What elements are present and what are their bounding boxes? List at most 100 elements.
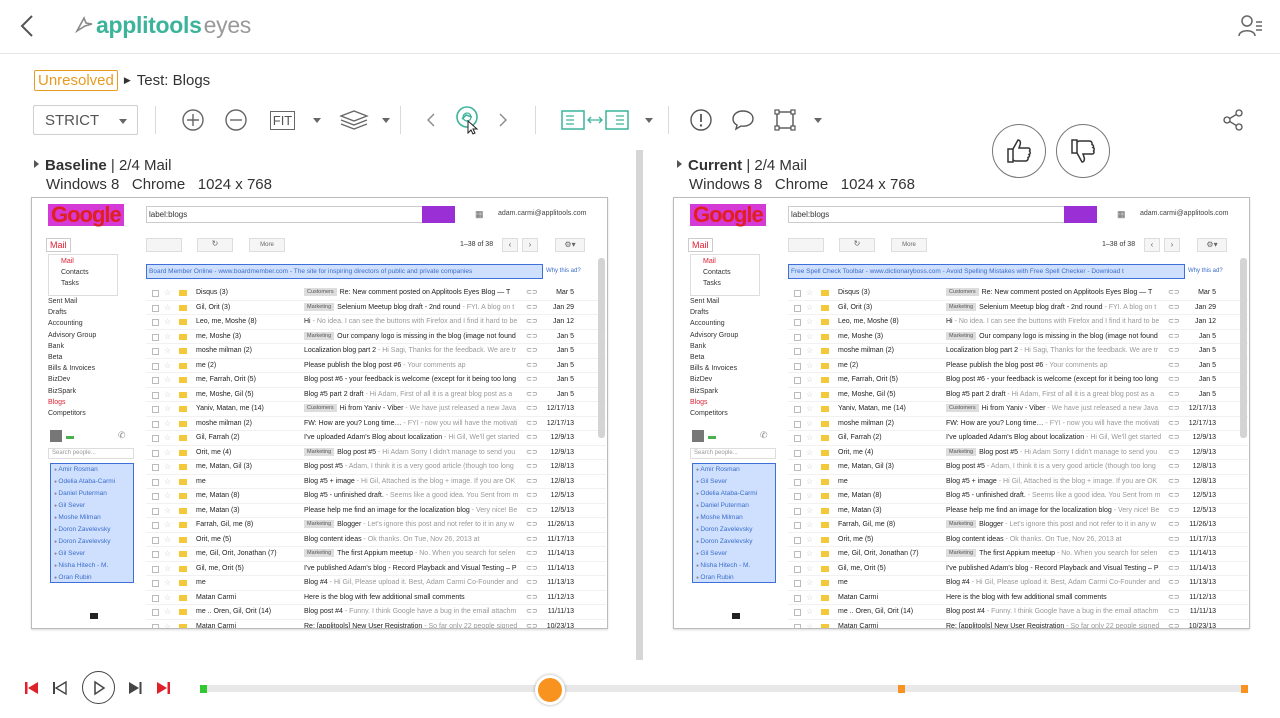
table-row[interactable]: ☆ Matan Carmi Here is the blog with few ad… xyxy=(146,591,606,605)
table-row[interactable]: ☆ Matan Carmi Re: [applitools] New User Re… xyxy=(146,620,606,628)
table-row[interactable]: ☆ me, Matan (8) Blog #5 - unfinished draft… xyxy=(146,489,606,504)
row-checkbox[interactable] xyxy=(794,507,801,515)
star-icon[interactable]: ☆ xyxy=(806,475,813,489)
contact-item[interactable]: ● Nisha Hitech - M. xyxy=(54,560,130,572)
side-by-side-view-icon[interactable] xyxy=(560,102,630,138)
gmail-mail-dropdown[interactable]: Mail xyxy=(688,238,713,252)
gmail-label-item[interactable]: Beta xyxy=(48,352,96,363)
star-icon[interactable]: ☆ xyxy=(806,402,813,416)
star-icon[interactable]: ☆ xyxy=(806,373,813,387)
accept-button[interactable] xyxy=(992,124,1046,178)
gmail-more-button[interactable]: More xyxy=(249,238,285,252)
contact-item[interactable]: ● Moshe Milman xyxy=(696,512,772,524)
star-icon[interactable]: ☆ xyxy=(164,605,171,619)
row-checkbox[interactable] xyxy=(152,522,159,529)
row-checkbox[interactable] xyxy=(152,580,159,587)
last-step-icon[interactable] xyxy=(153,678,173,698)
row-checkbox[interactable] xyxy=(794,362,801,370)
gmail-menu-item[interactable]: Contacts xyxy=(703,267,747,278)
table-row[interactable]: ☆ Gil, Orit (3) Marketing Selenium Meetup b… xyxy=(788,301,1248,315)
row-checkbox[interactable] xyxy=(794,333,801,341)
gmail-next-page-icon[interactable]: › xyxy=(522,238,538,252)
star-icon[interactable]: ☆ xyxy=(806,533,813,547)
gmail-label-item[interactable]: Sent Mail xyxy=(690,296,738,307)
previous-step-icon[interactable] xyxy=(50,678,70,698)
row-checkbox[interactable] xyxy=(152,623,159,628)
gmail-label-item[interactable]: Bills & Invoices xyxy=(48,363,96,374)
next-step-icon[interactable] xyxy=(125,678,145,698)
star-icon[interactable]: ☆ xyxy=(806,417,813,431)
star-icon[interactable]: ☆ xyxy=(806,330,813,344)
star-icon[interactable]: ☆ xyxy=(164,301,171,315)
contact-item[interactable]: ● Oran Rubin xyxy=(696,572,772,584)
table-row[interactable]: ☆ me Blog #4 - Hi Gil, Please upload it. B… xyxy=(146,576,606,591)
baseline-header[interactable]: Baseline | 2/4 Mail Windows 8 Chrome 102… xyxy=(34,156,272,194)
contact-item[interactable]: ● Gil Sever xyxy=(696,476,772,488)
row-checkbox[interactable] xyxy=(794,319,801,326)
star-icon[interactable]: ☆ xyxy=(164,518,171,532)
gmail-more-button[interactable]: More xyxy=(891,238,927,252)
table-row[interactable]: ☆ me .. Oren, Gil, Orit (14) Blog post #4 … xyxy=(146,605,606,620)
gmail-label-item[interactable]: Beta xyxy=(690,352,738,363)
table-row[interactable]: ☆ Gil, me, Orit (5) I've published Adam's … xyxy=(146,562,606,576)
gmail-label-item[interactable]: Advisory Group xyxy=(48,330,96,341)
table-row[interactable]: ☆ Matan Carmi Here is the blog with few ad… xyxy=(788,591,1248,605)
table-row[interactable]: ☆ Orit, me (4) Marketing Blog post #5 - Hi … xyxy=(788,446,1248,460)
gmail-prev-page-icon[interactable]: ‹ xyxy=(1144,238,1160,252)
gmail-label-item[interactable]: BizDev xyxy=(48,374,96,385)
gmail-ad-banner[interactable]: Free Spell Check Toolbar - www.dictionar… xyxy=(788,264,1185,279)
row-checkbox[interactable] xyxy=(152,449,159,457)
contact-item[interactable]: ● Doron Zavelevsky xyxy=(54,536,130,548)
row-checkbox[interactable] xyxy=(152,290,159,297)
gmail-menu-item[interactable]: Tasks xyxy=(61,278,105,289)
timeline-marker-unresolved[interactable] xyxy=(898,685,905,693)
table-row[interactable]: ☆ Leo, me, Moshe (8) Hi - No idea. I can s… xyxy=(788,315,1248,330)
star-icon[interactable]: ☆ xyxy=(164,576,171,590)
row-checkbox[interactable] xyxy=(152,435,159,442)
table-row[interactable]: ☆ Gil, me, Orit (5) I've published Adam's … xyxy=(788,562,1248,576)
table-row[interactable]: ☆ Leo, me, Moshe (8) Hi - No idea. I can s… xyxy=(146,315,606,330)
gmail-label-item[interactable]: Drafts xyxy=(48,307,96,318)
timeline-track[interactable] xyxy=(200,685,1248,692)
gmail-label-item[interactable]: Competitors xyxy=(690,408,738,419)
contact-item[interactable]: ● Moshe Milman xyxy=(54,512,130,524)
share-icon[interactable] xyxy=(1220,102,1246,138)
row-checkbox[interactable] xyxy=(152,377,159,384)
next-diff-icon[interactable] xyxy=(496,102,510,138)
gmail-label-item[interactable]: Accounting xyxy=(690,318,738,329)
star-icon[interactable]: ☆ xyxy=(164,402,171,416)
gmail-scrollbar[interactable] xyxy=(1240,258,1247,438)
hangouts-icon[interactable] xyxy=(90,613,98,619)
contact-item[interactable]: ● Daniel Puterman xyxy=(696,500,772,512)
star-icon[interactable]: ☆ xyxy=(806,547,813,561)
star-icon[interactable]: ☆ xyxy=(164,344,171,358)
star-icon[interactable]: ☆ xyxy=(164,562,171,576)
apps-grid-icon[interactable]: ▦ xyxy=(1117,209,1127,219)
star-icon[interactable]: ☆ xyxy=(806,620,813,629)
star-icon[interactable]: ☆ xyxy=(806,315,813,329)
table-row[interactable]: ☆ me, Farrah, Orit (5) Blog post #6 - your… xyxy=(788,373,1248,388)
gmail-label-item[interactable]: Bank xyxy=(690,341,738,352)
gmail-search-button[interactable] xyxy=(1064,206,1097,223)
star-icon[interactable]: ☆ xyxy=(164,475,171,489)
table-row[interactable]: ☆ Disqus (3) Customers Re: New comment post… xyxy=(146,286,606,301)
star-icon[interactable]: ☆ xyxy=(164,417,171,431)
row-checkbox[interactable] xyxy=(152,391,159,399)
table-row[interactable]: ☆ me, Gil, Orit, Jonathan (7) Marketing The… xyxy=(788,547,1248,562)
table-row[interactable]: ☆ me (2) Please publish the blog post #6 -… xyxy=(788,359,1248,373)
row-checkbox[interactable] xyxy=(152,304,159,312)
row-checkbox[interactable] xyxy=(152,594,159,602)
panel-divider[interactable] xyxy=(636,150,643,660)
row-checkbox[interactable] xyxy=(152,609,159,616)
star-icon[interactable]: ☆ xyxy=(164,547,171,561)
row-checkbox[interactable] xyxy=(794,522,801,529)
star-icon[interactable]: ☆ xyxy=(806,562,813,576)
table-row[interactable]: ☆ moshe milman (2) FW: How are you? Long t… xyxy=(788,417,1248,431)
gmail-menu-item[interactable]: Tasks xyxy=(703,278,747,289)
contact-item[interactable]: ● Gil Sever xyxy=(54,548,130,560)
issues-icon[interactable] xyxy=(688,102,714,138)
gmail-search-people-input[interactable]: Search people... xyxy=(690,448,776,459)
contact-item[interactable]: ● Gil Sever xyxy=(696,548,772,560)
timeline-knob[interactable] xyxy=(535,675,565,705)
row-checkbox[interactable] xyxy=(794,406,801,413)
